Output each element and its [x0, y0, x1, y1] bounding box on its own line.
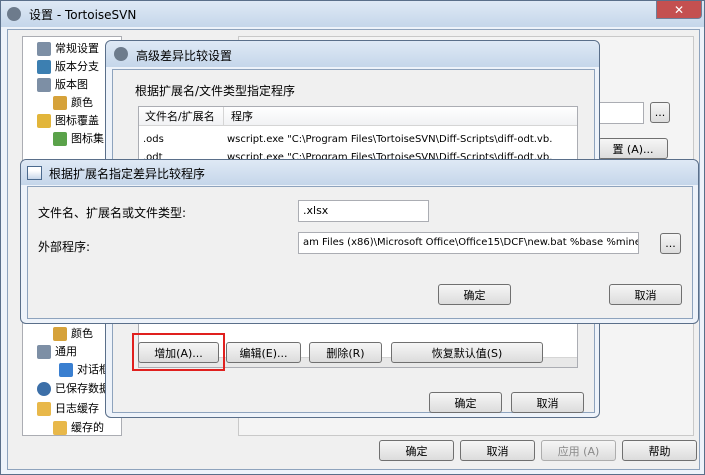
- ext-input[interactable]: .xlsx: [298, 200, 429, 222]
- table-header: 文件名/扩展名 程序: [139, 107, 577, 126]
- settings-browse-button[interactable]: ...: [650, 102, 670, 123]
- ext-cancel-button[interactable]: 取消: [609, 284, 682, 305]
- app-icon: [7, 7, 21, 21]
- tree-item-revgraph[interactable]: 版本图: [37, 76, 88, 94]
- tree-item-dialogs[interactable]: 对话框: [59, 361, 110, 379]
- main-apply-button[interactable]: 应用 (A): [541, 440, 616, 461]
- database-icon: [37, 402, 51, 416]
- col-header-program[interactable]: 程序: [231, 107, 253, 126]
- gear-icon: [37, 382, 51, 396]
- ext-group-label: 根据扩展名/文件类型指定程序: [135, 84, 296, 98]
- advanced-ok-button[interactable]: 确定: [429, 392, 502, 413]
- tree-item-overlays[interactable]: 图标覆盖: [37, 112, 99, 130]
- delete-button[interactable]: 删除(R): [309, 342, 382, 363]
- main-titlebar: 设置 - TortoiseSVN: [1, 1, 704, 27]
- branch-icon: [37, 60, 51, 74]
- wrench-icon: [37, 42, 51, 56]
- ext-diff-client: 文件名、扩展名或文件类型: .xlsx 外部程序: am Files (x86)…: [27, 186, 693, 319]
- program-input[interactable]: am Files (x86)\Microsoft Office\Office15…: [298, 232, 639, 254]
- app-icon: [114, 47, 128, 61]
- restore-defaults-button[interactable]: 恢复默认值(S): [391, 342, 543, 363]
- tree-item-saved-data[interactable]: 已保存数据: [37, 380, 110, 398]
- wrench-icon: [37, 78, 51, 92]
- main-window-title: 设置 - TortoiseSVN: [29, 8, 137, 22]
- col-divider: [223, 107, 224, 126]
- close-window-button[interactable]: ✕: [656, 1, 702, 19]
- col-header-ext[interactable]: 文件名/扩展名: [145, 107, 215, 126]
- overlay-icon: [37, 114, 51, 128]
- tree-item-log-cache[interactable]: 日志缓存: [37, 400, 99, 418]
- tree-item-general[interactable]: 常规设置: [37, 40, 99, 58]
- main-help-button[interactable]: 帮助: [622, 440, 697, 461]
- ext-diff-dialog: 根据扩展名指定差异比较程序 文件名、扩展名或文件类型: .xlsx 外部程序: …: [20, 159, 699, 324]
- settings-configure-button[interactable]: 置 (A)...: [598, 138, 668, 159]
- tree-item-revgraph-branch[interactable]: 版本分支: [37, 58, 99, 76]
- advanced-diff-titlebar: 高级差异比较设置: [106, 41, 599, 67]
- program-field-label: 外部程序:: [38, 240, 91, 254]
- tree-item-colors-2[interactable]: 颜色: [53, 325, 93, 343]
- ext-diff-titlebar: 根据扩展名指定差异比较程序: [21, 160, 698, 185]
- table-row[interactable]: .ods wscript.exe "C:\Program Files\Torto…: [139, 131, 577, 148]
- color-brush-icon: [53, 96, 67, 110]
- advanced-cancel-button[interactable]: 取消: [511, 392, 584, 413]
- main-cancel-button[interactable]: 取消: [460, 440, 535, 461]
- window-icon: [27, 166, 42, 180]
- windows-icon: [59, 363, 73, 377]
- settings-path-input[interactable]: [598, 102, 644, 124]
- add-button[interactable]: 增加(A)...: [138, 342, 219, 363]
- tree-item-colors[interactable]: 颜色: [53, 94, 93, 112]
- database-icon: [53, 421, 67, 435]
- ext-diff-title: 根据扩展名指定差异比较程序: [49, 167, 206, 181]
- edit-button[interactable]: 编辑(E)...: [226, 342, 301, 363]
- iconset-icon: [53, 132, 67, 146]
- program-browse-button[interactable]: ...: [660, 233, 681, 254]
- tree-item-common[interactable]: 通用: [37, 343, 77, 361]
- ext-field-label: 文件名、扩展名或文件类型:: [38, 206, 187, 220]
- tree-item-iconset[interactable]: 图标集: [53, 130, 104, 148]
- main-ok-button[interactable]: 确定: [379, 440, 454, 461]
- advanced-diff-title: 高级差异比较设置: [136, 49, 233, 63]
- ext-ok-button[interactable]: 确定: [438, 284, 511, 305]
- tree-item-cached[interactable]: 缓存的: [53, 419, 104, 435]
- color-brush-icon: [53, 327, 67, 341]
- wrench-icon: [37, 345, 51, 359]
